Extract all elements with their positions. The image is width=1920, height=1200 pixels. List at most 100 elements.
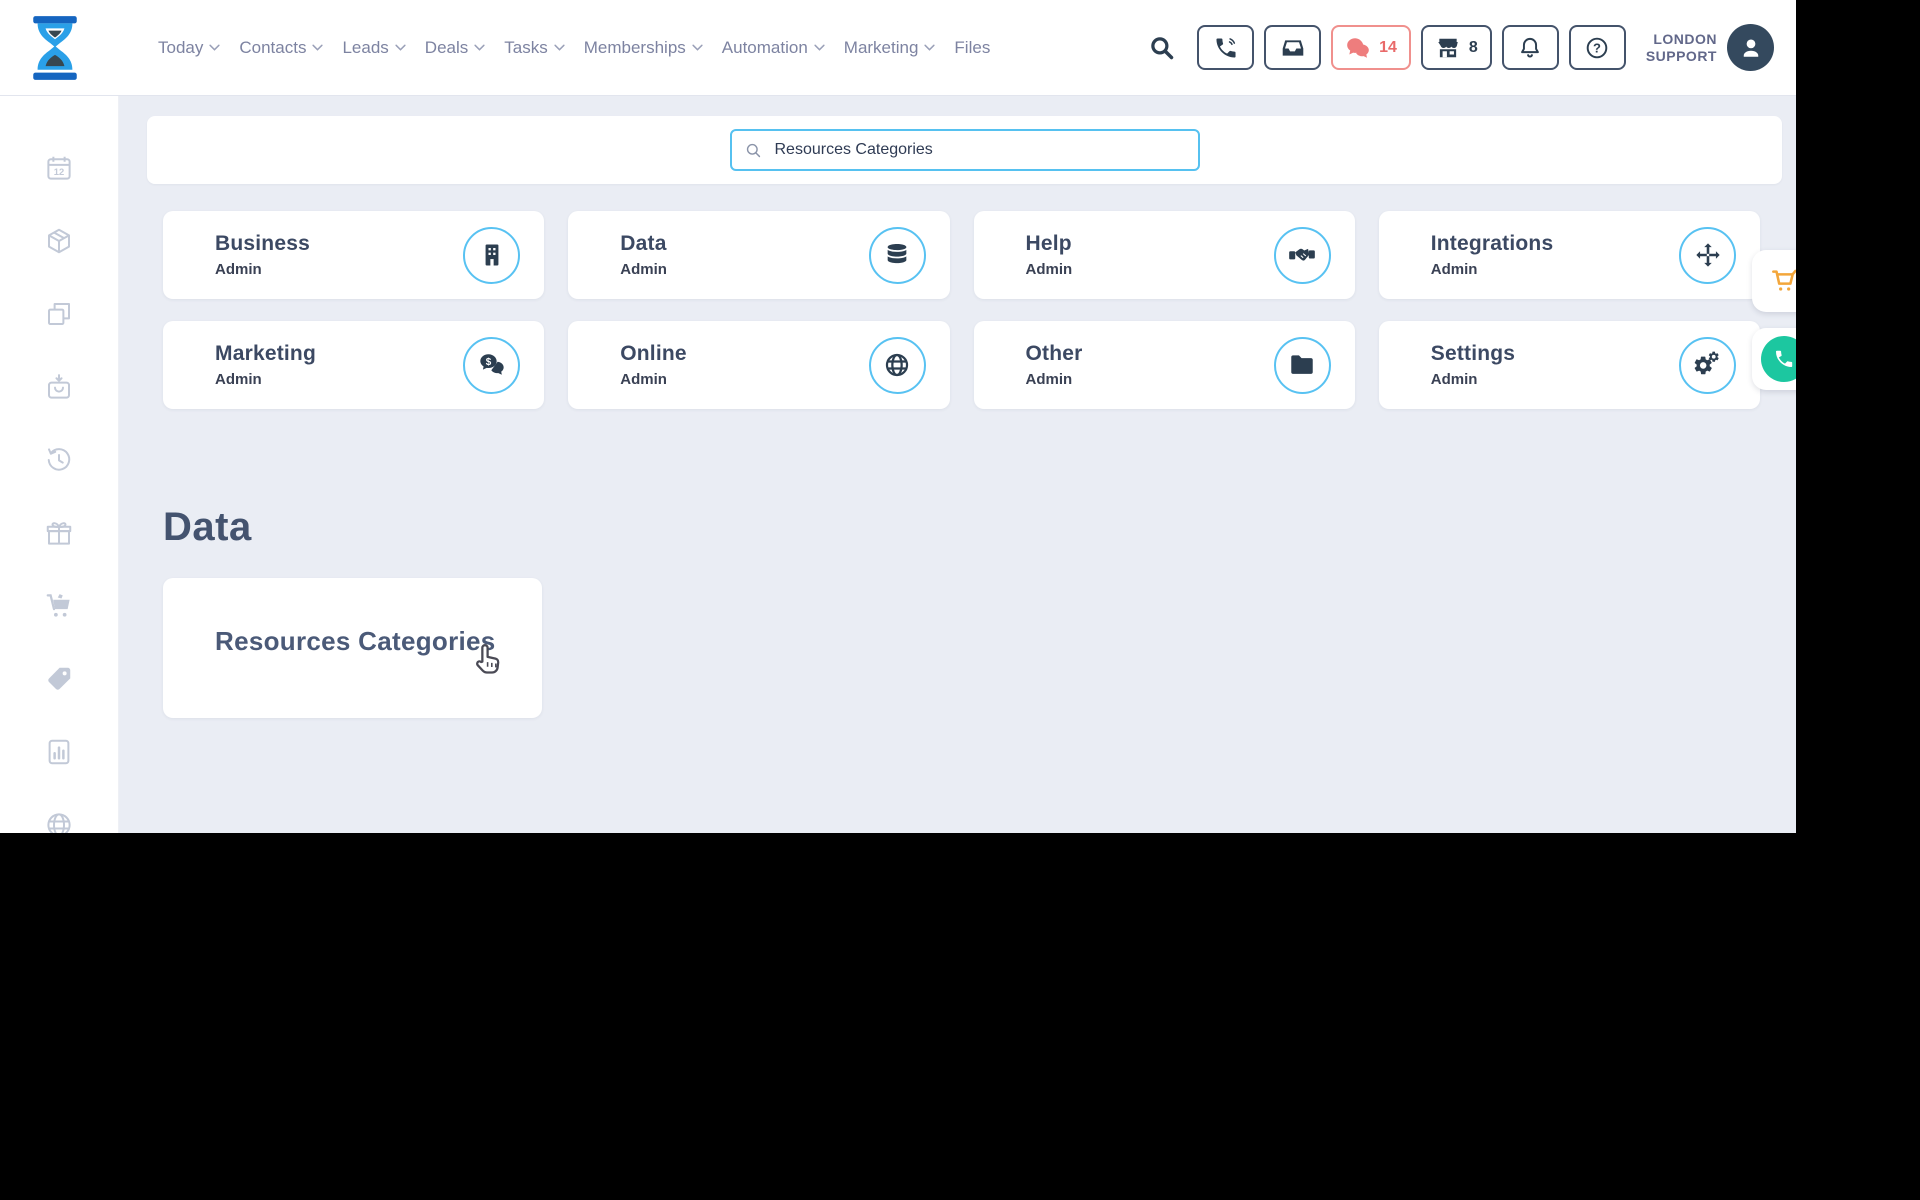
app-window: Today Contacts Leads Deals Tasks Members… [0, 0, 1796, 833]
category-card-data[interactable]: Data Admin [568, 211, 950, 299]
gift-icon[interactable] [44, 518, 74, 548]
category-subtitle: Admin [1430, 261, 1478, 278]
category-card-business[interactable]: Business Admin [163, 211, 545, 299]
category-card-help[interactable]: Help Admin [973, 211, 1355, 299]
resources-categories-label: Resources Categories [215, 626, 496, 656]
inbox-button[interactable] [1264, 25, 1322, 70]
account-name-line2: SUPPORT [1645, 47, 1717, 64]
shopping-cart-icon[interactable] [44, 591, 74, 621]
nav-tasks[interactable]: Tasks [504, 37, 565, 58]
category-card-online[interactable]: Online Admin [568, 321, 950, 409]
category-subtitle: Admin [620, 371, 667, 388]
chevron-down-icon [814, 44, 825, 51]
search-panel [147, 116, 1782, 184]
phone-circle [1761, 336, 1796, 382]
category-card-integrations[interactable]: Integrations Admin [1378, 211, 1760, 299]
hourglass-logo[interactable] [26, 15, 84, 81]
nav-today[interactable]: Today [158, 38, 220, 58]
nav-label: Contacts [239, 37, 307, 57]
category-title: Online [620, 342, 687, 365]
notifications-button[interactable] [1501, 25, 1559, 70]
nav-leads[interactable]: Leads [342, 37, 406, 58]
category-subtitle: Admin [1430, 371, 1478, 388]
handshake-icon [1273, 226, 1331, 284]
category-title: Business [215, 232, 310, 255]
globe-icon[interactable] [44, 810, 74, 833]
floating-phone-widget[interactable] [1752, 328, 1796, 390]
category-title: Other [1025, 342, 1083, 365]
account-name-line1: LONDON [1653, 30, 1717, 47]
category-grid: Business Admin Data Admin Help Admin Int… [163, 211, 1760, 409]
main-nav: Today Contacts Leads Deals Tasks Members… [158, 38, 990, 58]
folder-icon [1273, 336, 1331, 394]
nav-label: Marketing [843, 37, 919, 57]
messages-button[interactable]: 14 [1331, 25, 1411, 70]
nav-label: Automation [721, 37, 808, 57]
calendar-12-icon[interactable]: 12 [44, 153, 74, 183]
chevron-down-icon [312, 44, 324, 51]
category-title: Settings [1430, 342, 1516, 365]
store-button[interactable]: 8 [1420, 25, 1492, 70]
category-search-box[interactable] [729, 129, 1200, 171]
search-icon [746, 143, 760, 157]
phone-button[interactable] [1197, 25, 1255, 70]
category-subtitle: Admin [1025, 371, 1073, 388]
nav-files[interactable]: Files [954, 38, 990, 58]
globe-icon [868, 336, 926, 394]
category-title: Data [620, 232, 667, 255]
phone-icon [1776, 350, 1793, 367]
category-search-input[interactable] [772, 140, 1186, 160]
database-icon [868, 226, 926, 284]
hand-cursor [476, 644, 500, 674]
chat-dollar-icon: $ [463, 336, 521, 394]
category-card-marketing[interactable]: Marketing Admin $ [163, 321, 545, 409]
category-subtitle: Admin [1025, 261, 1073, 278]
package-box-icon[interactable] [44, 226, 74, 256]
building-icon [463, 226, 521, 284]
category-title: Integrations [1430, 232, 1554, 255]
bell-icon [1521, 37, 1540, 57]
nav-marketing[interactable]: Marketing [844, 38, 936, 58]
gears-icon [1679, 336, 1736, 394]
category-card-settings[interactable]: Settings Admin [1378, 321, 1760, 409]
bag-download-icon[interactable] [44, 372, 74, 402]
copy-layers-icon[interactable] [44, 299, 74, 329]
chevron-down-icon [395, 44, 406, 51]
nav-automation[interactable]: Automation [722, 38, 825, 58]
floating-cart-widget[interactable] [1752, 250, 1796, 312]
section-heading: Data [163, 505, 252, 549]
inbox-icon [1282, 39, 1303, 56]
category-subtitle: Admin [215, 261, 262, 278]
left-sidebar: 12 [0, 95, 118, 833]
nav-label: Memberships [583, 37, 686, 57]
nav-deals[interactable]: Deals [425, 38, 485, 58]
top-bar: Today Contacts Leads Deals Tasks Members… [0, 0, 1796, 95]
user-avatar[interactable] [1727, 24, 1774, 71]
store-count: 8 [1468, 38, 1478, 56]
messages-count: 14 [1379, 38, 1397, 56]
history-clock-icon[interactable] [44, 445, 74, 475]
report-chart-icon[interactable] [44, 737, 74, 767]
chevron-down-icon [924, 44, 936, 51]
store-icon [1438, 38, 1458, 57]
category-title: Help [1025, 232, 1072, 255]
person-icon [1743, 39, 1758, 57]
svg-text:$: $ [485, 357, 491, 368]
chevron-down-icon [554, 44, 565, 51]
search-icon[interactable] [1147, 33, 1177, 63]
price-tag-icon[interactable] [44, 664, 74, 694]
chevron-down-icon [474, 44, 485, 51]
chevron-down-icon [209, 44, 220, 51]
nav-label: Tasks [504, 37, 548, 57]
nav-memberships[interactable]: Memberships [584, 38, 703, 58]
svg-text:?: ? [1593, 40, 1601, 55]
nav-contacts[interactable]: Contacts [239, 37, 324, 58]
header-actions: 14 8 ? LONDON SUPPORT [1147, 24, 1796, 71]
nav-label: Leads [342, 37, 389, 57]
category-card-other[interactable]: Other Admin [973, 321, 1355, 409]
category-subtitle: Admin [620, 261, 667, 278]
category-title: Marketing [215, 342, 316, 365]
category-subtitle: Admin [215, 371, 262, 388]
account-name: LONDON SUPPORT [1646, 31, 1717, 65]
help-button[interactable]: ? [1568, 25, 1626, 70]
